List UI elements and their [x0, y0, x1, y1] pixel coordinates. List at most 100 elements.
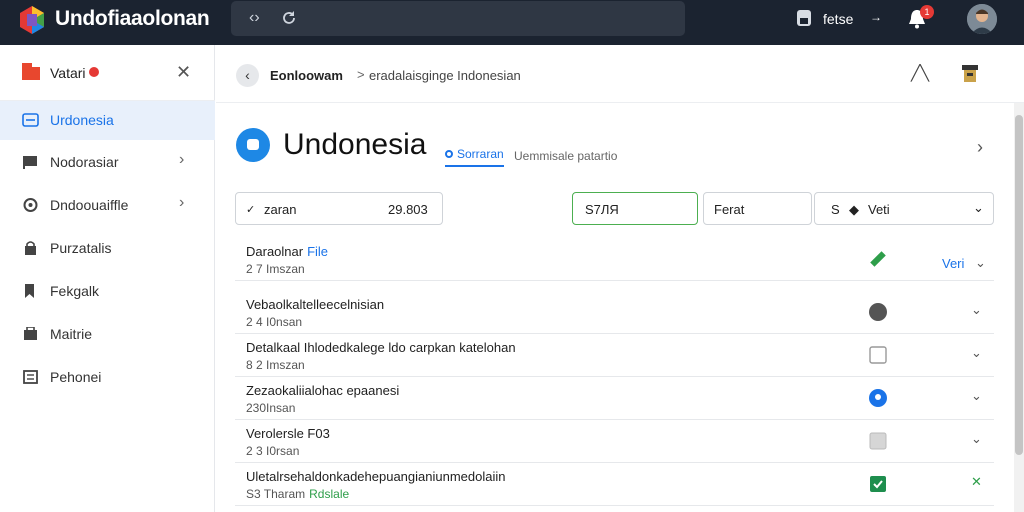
sidebar-item-purzatalis[interactable]: Purzatalis [0, 229, 215, 268]
row-meta-tag: Rdslale [309, 487, 350, 501]
row-name: Vebaolkaltelleecelnisian [246, 297, 385, 312]
filter-value: Veti [868, 202, 890, 217]
row-action-verify[interactable]: Veri [942, 256, 964, 271]
sidebar-item-label: Pehonei [50, 369, 102, 385]
filter-amount-field[interactable]: ✓ zaran 29.803 [235, 192, 443, 225]
list-item[interactable]: Daraolnar File 2 7 Imszan Veri ⌄ [235, 238, 994, 281]
list-item[interactable]: Verolersle F03 2 3 I0rsan ⌄ [235, 420, 994, 463]
row-meta: 230Insan [246, 401, 296, 415]
row-name: Detalkaal Ihlodedkalege ldo carpkan kate… [246, 340, 516, 355]
checked-checkbox-icon[interactable] [869, 475, 887, 493]
sidebar-item-label: Nodorasiar [50, 154, 119, 170]
sidebar-header-badge [89, 67, 99, 77]
location-pin-icon[interactable] [869, 389, 887, 407]
sidebar-item-label: Purzatalis [50, 240, 112, 256]
chevron-right-icon[interactable]: › [977, 137, 983, 158]
filter-code-field[interactable]: S7ЛЯ [572, 192, 698, 225]
list-item[interactable]: Detalkaal Ihlodedkalege ldo carpkan kate… [235, 334, 994, 377]
close-sidebar-icon[interactable]: ✕ [176, 62, 191, 83]
row-name: Verolersle F03 [246, 426, 330, 441]
main-header: ‹ Eonloowam > eradalaisginge Indonesian … [216, 45, 1024, 103]
row-meta-text: S3 Tharam [246, 487, 306, 501]
chevron-down-icon[interactable]: ⌄ [971, 388, 982, 404]
flag-icon [23, 156, 37, 169]
scrollbar[interactable] [1014, 103, 1024, 512]
search-bar[interactable]: ‹› [231, 1, 685, 36]
refresh-icon[interactable] [281, 10, 297, 26]
breadcrumb-separator: > [357, 67, 365, 82]
top-bar: Undofiaaolonan ‹› fetse → 1 [0, 0, 1024, 45]
list-item[interactable]: Zezaokaliialohac epaanesi 230Insan ⌄ [235, 377, 994, 420]
page-title: Undonesia [283, 128, 427, 161]
avatar[interactable] [967, 4, 997, 34]
breadcrumb-current[interactable]: eradalaisginge Indonesian [369, 68, 521, 83]
sidebar-item-label: Fekgalk [50, 283, 100, 299]
sidebar-header: Vatari ✕ [0, 45, 215, 101]
inbox-icon [22, 113, 39, 127]
sidebar-item-label: Dndoouaiffle [50, 197, 129, 213]
collapse-icon[interactable]: ╱╲ [911, 64, 929, 82]
sidebar-item-fekgalk[interactable]: Fekgalk [0, 272, 215, 311]
chevron-right-icon[interactable]: › [179, 194, 184, 212]
gear-icon [23, 198, 38, 212]
collapse-icon[interactable]: ‹› [249, 9, 260, 27]
user-menu-caret-icon[interactable]: → [870, 10, 882, 24]
user-icon[interactable] [797, 10, 811, 26]
sidebar-item-maitrie[interactable]: Maitrie [0, 315, 215, 354]
tab-label: Sorraran [457, 147, 504, 161]
sidebar-item-urdonesia[interactable]: Urdonesia [0, 101, 215, 140]
row-meta: 2 3 I0rsan [246, 444, 300, 458]
filter-view-select[interactable]: S ◆ Veti ⌄ [814, 192, 994, 225]
close-icon[interactable]: ✕ [971, 474, 982, 490]
checkbox-icon[interactable] [869, 346, 887, 364]
app-title: Undofiaaolonan [55, 7, 210, 30]
filter-value: S7ЛЯ [585, 202, 619, 217]
tab-icon [445, 150, 453, 158]
filter-dropdown-icon: ◆ [849, 202, 859, 217]
sidebar-item-label: Urdonesia [50, 112, 114, 128]
scrollbar-thumb[interactable] [1015, 115, 1023, 455]
sidebar-item-dndoouaiffle[interactable]: Dndoouaiffle › [0, 186, 215, 225]
document-icon [23, 370, 38, 384]
filter-format-field[interactable]: Ferat [703, 192, 812, 225]
list-item[interactable]: Vebaolkaltelleecelnisian 2 4 I0nsan ⌄ [235, 291, 994, 334]
app-logo-icon[interactable] [20, 6, 44, 34]
row-title: Daraolnar File [246, 244, 328, 259]
row-meta: 2 7 Imszan [246, 262, 305, 276]
filter-value: Ferat [714, 202, 745, 217]
filter-label: zaran [264, 202, 297, 217]
tab-sorraran[interactable]: Sorraran [445, 147, 504, 167]
row-name-tag: File [307, 244, 329, 259]
bookmark-icon [25, 284, 34, 298]
list-item[interactable]: Uletalrsehaldonkadehepuangianiunmedolaii… [235, 463, 994, 506]
sidebar-header-label: Vatari [50, 65, 86, 81]
sidebar-item-label: Maitrie [50, 326, 93, 342]
row-name: Uletalrsehaldonkadehepuangianiunmedolaii… [246, 469, 506, 484]
chevron-down-icon[interactable]: ⌄ [975, 255, 986, 271]
chevron-down-icon[interactable]: ⌄ [971, 302, 982, 318]
chevron-down-icon: ⌄ [973, 200, 984, 215]
sidebar-item-nodorasiar[interactable]: Nodorasiar › [0, 143, 215, 182]
breadcrumb-root[interactable]: Eonloowam [270, 68, 343, 83]
notification-badge: 1 [920, 5, 934, 19]
back-button[interactable]: ‹ [236, 64, 259, 87]
archive-icon[interactable] [961, 63, 979, 83]
chevron-down-icon[interactable]: ⌄ [971, 431, 982, 447]
row-name: Zezaokaliialohac epaanesi [246, 383, 400, 398]
row-name: Daraolnar [246, 244, 304, 259]
filter-prefix: S [831, 202, 840, 217]
lock-icon [25, 241, 36, 255]
pencil-icon[interactable] [869, 250, 887, 268]
checkbox-icon[interactable] [869, 432, 887, 450]
row-meta: 2 4 I0nsan [246, 315, 303, 329]
sidebar-item-pehonei[interactable]: Pehonei [0, 358, 215, 397]
folder-icon [22, 63, 40, 80]
status-dot-icon[interactable] [869, 303, 887, 321]
row-meta: S3 Tharam Rdslale [246, 487, 349, 501]
avatar-portrait-icon [967, 4, 997, 34]
sidebar: Vatari ✕ Urdonesia Nodorasiar › Dndoouai… [0, 45, 215, 512]
tool-icon [24, 327, 37, 340]
user-label[interactable]: fetse [823, 11, 853, 27]
chevron-right-icon[interactable]: › [179, 151, 184, 169]
chevron-down-icon[interactable]: ⌄ [971, 345, 982, 361]
